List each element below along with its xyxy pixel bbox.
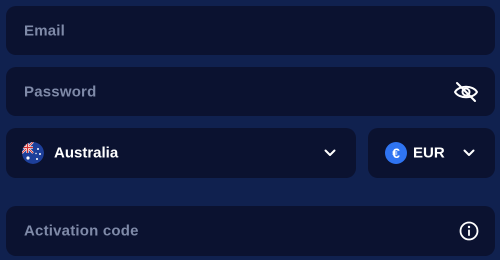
email-field[interactable]: Email: [6, 6, 495, 55]
activation-code-field[interactable]: Activation code: [6, 206, 495, 256]
currency-value: EUR: [413, 144, 445, 162]
australia-flag-icon: [22, 142, 44, 164]
password-placeholder: Password: [24, 83, 97, 100]
password-field[interactable]: Password: [6, 67, 495, 116]
eye-slash-icon[interactable]: [453, 81, 479, 103]
email-placeholder: Email: [24, 22, 66, 39]
country-value: Australia: [54, 144, 119, 162]
euro-icon: €: [385, 142, 407, 164]
currency-select[interactable]: € EUR: [368, 128, 495, 178]
country-select[interactable]: Australia: [6, 128, 356, 178]
chevron-down-icon: [463, 149, 475, 156]
activation-code-placeholder: Activation code: [24, 222, 139, 240]
info-icon[interactable]: [459, 221, 479, 241]
chevron-down-icon: [324, 149, 336, 156]
